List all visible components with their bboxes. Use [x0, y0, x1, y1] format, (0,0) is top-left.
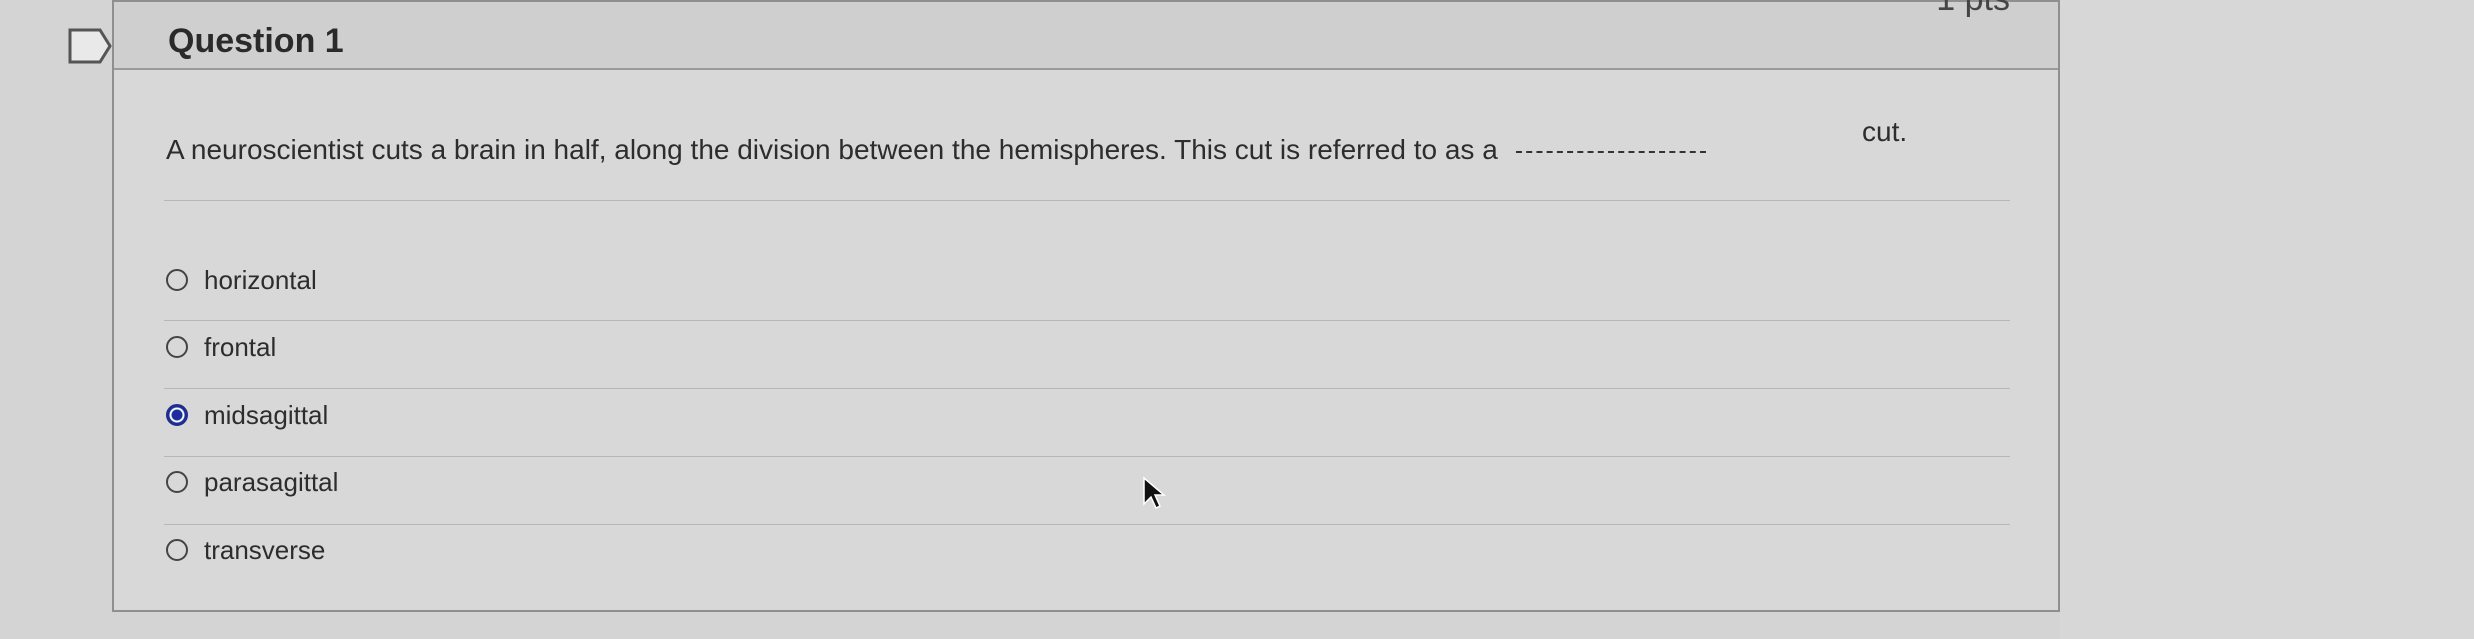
flag-question-icon[interactable]: [66, 26, 114, 66]
question-points: 1 pts: [1936, 0, 2010, 19]
answer-label: midsagittal: [204, 399, 329, 430]
fill-in-blank: [1515, 151, 1706, 153]
question-divider: [164, 200, 2010, 201]
question-prompt-tail: cut.: [1862, 116, 1908, 147]
pointer-cursor-icon: [1143, 476, 1166, 510]
question-title: Question 1: [168, 22, 344, 60]
answer-option-transverse[interactable]: transverse: [166, 520, 2010, 580]
answer-option-frontal[interactable]: frontal: [166, 317, 2010, 377]
answer-option-horizontal[interactable]: horizontal: [166, 250, 2010, 310]
question-prompt: A neuroscientist cuts a brain in half, a…: [166, 134, 1716, 166]
answer-label: parasagittal: [204, 466, 339, 497]
radio-unselected-icon[interactable]: [166, 471, 188, 493]
answer-label: horizontal: [204, 264, 317, 295]
question-header: Question 1 1 pts: [114, 0, 2058, 70]
answer-option-parasagittal[interactable]: parasagittal: [166, 452, 2010, 512]
answer-label: frontal: [204, 331, 277, 362]
radio-unselected-icon[interactable]: [166, 336, 188, 358]
radio-unselected-icon[interactable]: [166, 269, 188, 291]
page-background-right: [2060, 0, 2474, 639]
question-prompt-text: A neuroscientist cuts a brain in half, a…: [166, 134, 1498, 165]
radio-selected-icon[interactable]: [166, 404, 188, 426]
radio-unselected-icon[interactable]: [166, 539, 188, 561]
answer-label: transverse: [204, 534, 326, 565]
question-card: Question 1 1 pts A neuroscientist cuts a…: [112, 0, 2060, 612]
answer-option-midsagittal[interactable]: midsagittal: [166, 385, 2010, 445]
